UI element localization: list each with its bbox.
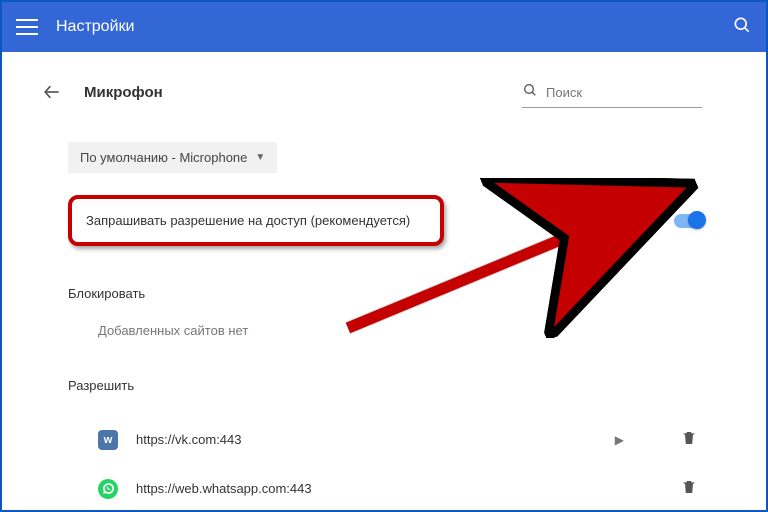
block-empty-message: Добавленных сайтов нет: [98, 323, 704, 338]
delete-icon[interactable]: [674, 478, 704, 499]
dropdown-label: По умолчанию - Microphone: [80, 150, 247, 165]
search-field[interactable]: [522, 82, 702, 108]
site-url: https://web.whatsapp.com:443: [136, 481, 615, 496]
menu-icon[interactable]: [16, 19, 38, 35]
permission-ask-row: Запрашивать разрешение на доступ (рекоме…: [68, 195, 444, 246]
list-item[interactable]: w https://vk.com:443 ▶: [68, 415, 704, 464]
allow-site-list: w https://vk.com:443 ▶ https://web.whats…: [68, 415, 704, 512]
permission-toggle[interactable]: [674, 214, 704, 228]
app-title: Настройки: [56, 18, 134, 36]
search-input[interactable]: [546, 85, 702, 100]
top-bar: Настройки: [2, 2, 766, 52]
search-icon[interactable]: [732, 15, 752, 40]
chevron-down-icon: ▼: [255, 152, 265, 163]
page-title: Микрофон: [84, 84, 163, 101]
chevron-right-icon[interactable]: ▶: [615, 433, 624, 447]
search-icon: [522, 82, 538, 103]
allow-section-label: Разрешить: [68, 378, 704, 393]
vk-icon: w: [98, 430, 118, 450]
site-url: https://vk.com:443: [136, 432, 615, 447]
back-icon[interactable]: [42, 82, 62, 102]
list-item[interactable]: https://web.whatsapp.com:443 ▶: [68, 464, 704, 512]
block-section-label: Блокировать: [68, 286, 704, 301]
whatsapp-icon: [98, 479, 118, 499]
permission-label: Запрашивать разрешение на доступ (рекоме…: [86, 213, 410, 228]
device-dropdown[interactable]: По умолчанию - Microphone ▼: [68, 142, 277, 173]
delete-icon[interactable]: [674, 429, 704, 450]
